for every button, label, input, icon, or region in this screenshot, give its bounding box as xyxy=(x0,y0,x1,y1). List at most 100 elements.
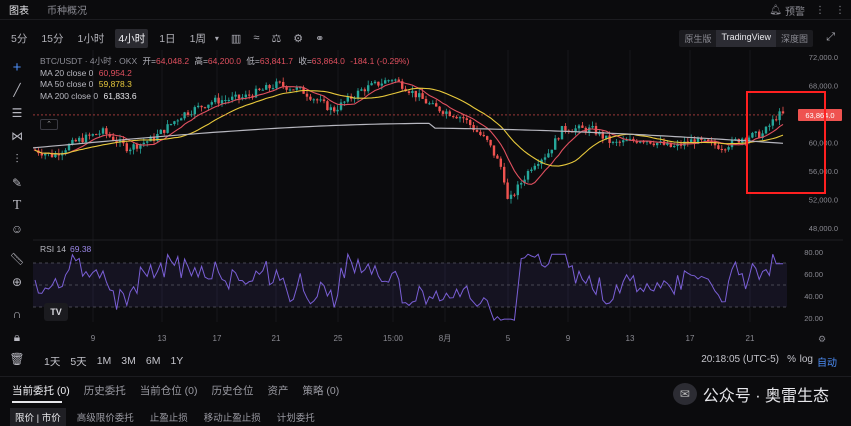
text-icon[interactable]: T xyxy=(9,198,25,214)
candle-body xyxy=(615,141,618,143)
candle-body xyxy=(81,137,84,143)
fib-icon[interactable]: ⫶ xyxy=(9,151,25,167)
subtab-trigger-order[interactable]: 计划委托 xyxy=(272,408,320,426)
tab-order-history[interactable]: 历史委托 xyxy=(84,383,126,398)
view-tradingview[interactable]: TradingView xyxy=(716,30,776,47)
candle-body xyxy=(441,111,445,114)
rsi-axis-label: 60.00 xyxy=(804,270,823,279)
candle-body xyxy=(547,153,550,158)
candle-body xyxy=(503,166,506,183)
percent-scale-button[interactable]: % xyxy=(787,354,796,365)
indicators-icon[interactable]: ≈ xyxy=(253,32,259,44)
ma20-label: MA 20 close 0 xyxy=(40,67,94,78)
timeframe-5m[interactable]: 5分 xyxy=(8,29,30,48)
range-5d[interactable]: 5天 xyxy=(70,354,86,369)
range-1m[interactable]: 1M xyxy=(97,355,112,367)
legend-collapse-button[interactable]: ⌃ xyxy=(40,119,58,130)
candle-body xyxy=(622,140,625,143)
range-1y[interactable]: 1Y xyxy=(170,355,183,367)
candle-body xyxy=(428,103,431,105)
tab-open-orders[interactable]: 当前委托 (0) xyxy=(12,383,70,398)
candle-body xyxy=(591,125,594,128)
emoji-icon[interactable]: ☺ xyxy=(9,221,25,237)
timeframe-1d[interactable]: 1日 xyxy=(156,29,178,48)
alert-label: 预警 xyxy=(785,6,805,18)
chevron-down-icon[interactable]: ▾ xyxy=(215,34,219,43)
candle-body xyxy=(656,142,659,146)
tab-positions[interactable]: 当前仓位 (0) xyxy=(140,383,198,398)
time-axis-label: 21 xyxy=(272,334,281,343)
tab-position-history[interactable]: 历史仓位 xyxy=(212,383,254,398)
top-right-controls: 🔔︎ 预警 ⋮ ⋮ xyxy=(769,0,845,20)
candle-body xyxy=(482,134,485,137)
candle-body xyxy=(105,128,108,135)
timeframe-4h[interactable]: 4小时 xyxy=(115,28,149,48)
candle-body xyxy=(135,144,139,149)
candle-body xyxy=(652,143,655,146)
pattern-icon[interactable]: ⋈ xyxy=(9,128,25,144)
candle-body xyxy=(339,102,343,110)
candle-body xyxy=(91,134,94,136)
ruler-icon[interactable]: 📏︎ xyxy=(9,251,25,267)
timeframe-1h[interactable]: 1小时 xyxy=(75,29,108,48)
watermark-text: 公众号 · 奥雷生态 xyxy=(702,388,829,405)
compare-icon[interactable]: ⚖ xyxy=(271,32,281,45)
alert-button[interactable]: 🔔︎ 预警 xyxy=(769,3,805,18)
candle-body xyxy=(492,145,496,156)
crosshair-icon[interactable]: + xyxy=(9,59,25,76)
candle-body xyxy=(479,131,482,135)
ma50-row: MA 50 close 0 59,878.3 xyxy=(40,79,412,91)
subtab-advanced-limit[interactable]: 高级限价委托 xyxy=(72,408,139,426)
price-axis-label: 68,000.0 xyxy=(809,82,838,91)
magnet-icon[interactable]: ∩ xyxy=(9,306,25,322)
candle-body xyxy=(618,141,621,143)
candle-body xyxy=(44,153,47,156)
candle-body xyxy=(469,120,472,126)
rsi-axis-label: 80.00 xyxy=(804,248,823,257)
ma200-label: MA 200 close 0 xyxy=(40,90,99,101)
view-native[interactable]: 原生版 xyxy=(679,30,716,47)
candle-body xyxy=(717,145,720,149)
settings-icon[interactable]: ⚙ xyxy=(293,32,303,45)
range-6m[interactable]: 6M xyxy=(146,355,161,367)
timeframe-1w[interactable]: 1周 xyxy=(187,29,209,48)
lock-icon[interactable]: 🔒︎ xyxy=(9,329,25,345)
candle-body xyxy=(146,141,149,143)
range-1d[interactable]: 1天 xyxy=(44,354,60,369)
candle-body xyxy=(418,93,421,98)
tab-chart[interactable]: 图表 xyxy=(0,2,38,17)
subtab-trailing-stop[interactable]: 移动止盈止损 xyxy=(199,408,266,426)
subtab-tp-sl[interactable]: 止盈止损 xyxy=(145,408,193,426)
time-axis-label: 9 xyxy=(566,334,571,343)
ma50-value: 59,878.3 xyxy=(98,79,132,89)
subtab-limit-market[interactable]: 限价 | 市价 xyxy=(10,407,66,426)
timeframe-15m[interactable]: 15分 xyxy=(38,29,66,48)
template-icon[interactable]: ⚭ xyxy=(315,32,324,45)
time-axis-label: 8月 xyxy=(439,334,451,343)
tab-assets[interactable]: 资产 xyxy=(268,383,289,398)
more-icon-2[interactable]: ⋮ xyxy=(835,5,845,16)
zoom-icon[interactable]: ⊕ xyxy=(9,274,25,290)
candle-body xyxy=(543,157,547,160)
log-scale-button[interactable]: log xyxy=(800,354,813,365)
candle-body xyxy=(438,106,441,112)
candle-body xyxy=(336,109,339,112)
time-axis-label: 13 xyxy=(626,334,635,343)
clock-readout[interactable]: 20:18:05 (UTC-5) xyxy=(701,354,779,365)
horizontal-lines-icon[interactable]: ☰ xyxy=(9,105,25,121)
candle-type-icon[interactable]: ▥ xyxy=(231,32,241,45)
brush-icon[interactable]: ✎ xyxy=(9,175,25,191)
view-depth[interactable]: 深度图 xyxy=(776,30,813,47)
top-tabbar: 图表 币种概况 🔔︎ 预警 ⋮ ⋮ xyxy=(0,0,851,20)
view-switch: 原生版 TradingView 深度图 xyxy=(679,30,813,47)
more-icon[interactable]: ⋮ xyxy=(815,5,825,16)
range-3m[interactable]: 3M xyxy=(121,355,136,367)
fullscreen-icon[interactable]: ⤢ xyxy=(826,31,835,44)
tab-strategies[interactable]: 策略 (0) xyxy=(303,383,340,398)
candle-body xyxy=(462,117,465,119)
candle-body xyxy=(506,182,509,199)
candle-body xyxy=(781,111,785,114)
trendline-icon[interactable]: ╱ xyxy=(9,82,25,98)
auto-scale-button[interactable]: 自动 xyxy=(817,354,837,369)
tab-coin-overview[interactable]: 币种概况 xyxy=(38,2,96,17)
